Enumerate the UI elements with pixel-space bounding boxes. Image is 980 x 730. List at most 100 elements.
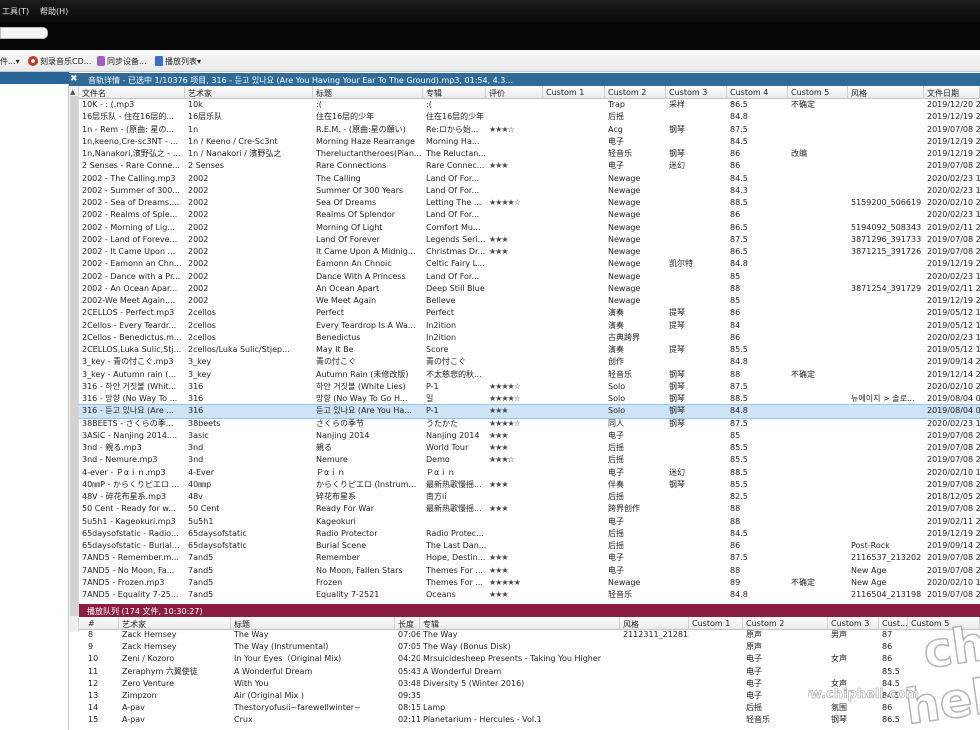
table-row[interactable]: 2002 - An Ocean Apar... 2002 An Ocean Apar… [79, 283, 980, 295]
cell-title: An Ocean Apart [316, 283, 380, 293]
column-header-genre[interactable]: 风格 [848, 86, 924, 99]
table-row[interactable]: 50 Cent - Ready for w... 50 Cent Ready For… [79, 503, 980, 515]
table-row[interactable]: 3_key - 青の忖こぐ.mp3 3_key 青の忖こぐ 青の忖こぐ 创作 84.8 20… [79, 356, 980, 368]
table-row[interactable]: 7AND5 - Remember.m... 7and5 Remember Hope, … [79, 552, 980, 564]
playlist-button[interactable]: 播放列表▾ [155, 56, 201, 67]
table-row[interactable]: 7AND5 - Equality 7-25... 7and5 Equality 7-… [79, 589, 980, 601]
cell-c5 [788, 418, 848, 430]
queue-row[interactable]: 12 Zero Venture With You 03:48 Diversity 5 (… [79, 678, 980, 690]
table-row[interactable]: 2Cellos - Benedictus.m... 2cellos Benedict… [79, 332, 980, 344]
queue-column-header-c3[interactable]: Custom 3 [828, 617, 879, 630]
cell-artist: 316 [188, 394, 204, 403]
table-row[interactable]: 2002 - The Calling.mp3 2002 The Calling Lan… [79, 173, 980, 185]
scrollbar[interactable] [69, 86, 79, 632]
table-row[interactable]: 5u5h1 - Kageokuri.mp3 5u5h1 Kageokuri 电子 88 2… [79, 516, 980, 528]
search-input[interactable] [0, 27, 48, 39]
column-header-c1[interactable]: Custom 1 [543, 86, 605, 99]
table-row[interactable]: 7AND5 - No Moon, Fa... 7and5 No Moon, Fall… [79, 565, 980, 577]
cell-title: Benedictus [316, 332, 361, 342]
table-row[interactable]: 2002 - Dance with a Pr... 2002 Dance With … [79, 271, 980, 283]
table-row[interactable]: 3ASiC - Nanjing 2014.... 3asic Nanjing 201… [79, 430, 980, 442]
table-row[interactable]: 40㎜P - からくりピエロ ... 40㎜p からくりピエロ (Instrum..… [79, 479, 980, 491]
cell-rating [486, 99, 543, 111]
cell-c2: Trap [608, 100, 625, 109]
queue-row[interactable]: 8 Zack Hemsey The Way 07:06 The Way 2112311_2… [79, 630, 980, 641]
cell-date: 2019/12/19 2 [927, 149, 980, 158]
cell-title: Autumn Rain (未修改版) [316, 369, 409, 379]
table-row[interactable]: 65daysofstatic - Burial... 65daysofstatic… [79, 540, 980, 552]
table-row[interactable]: 16层乐队 - 住在16层的... 16层乐队 住在16层的少年 住在16层的少年 后摇… [79, 111, 980, 123]
table-row[interactable]: 2CELLOS,Luka Sulic,Stj... 2cellos/Luka Su… [79, 344, 980, 356]
table-row[interactable]: 3nd - Nemure.mp3 3nd Nemure Demo ★★★☆ 后摇 85.5 2… [79, 454, 980, 466]
queue-row[interactable]: 13 Zimpzon Air (Original Mix ) 09:35 电子 84.5 [79, 690, 980, 702]
menu-help[interactable]: 帮助(H) [40, 6, 68, 17]
queue-column-header-artist[interactable]: 艺术家 [119, 617, 231, 630]
table-row[interactable]: 316 - 하얀 거짓볼 (Whit... 316 하얀 거짓볼 (White Li… [79, 381, 980, 393]
table-row[interactable]: 65daysofstatic - Radio... 65daysofstatic R… [79, 528, 980, 540]
cell-genre [848, 307, 924, 319]
queue-column-header-c4[interactable]: Cust... [879, 617, 908, 630]
queue-row[interactable]: 10 Zeni / Kozoro In Your Eyes（Original Mix… [79, 653, 980, 665]
column-header-c4[interactable]: Custom 4 [727, 86, 788, 99]
sync-device-button[interactable]: 同步设备... [97, 56, 147, 67]
table-row[interactable]: 1n,keeno,Cre-sc3NT - ... 1n / Keeno / Cre… [79, 136, 980, 148]
table-row[interactable]: 2002 - Summer of 300... 2002 Summer Of 300… [79, 185, 980, 197]
close-icon[interactable]: ✖ [70, 74, 79, 84]
queue-column-header-c5[interactable]: Custom 5 [908, 617, 980, 630]
table-row[interactable]: 2 Senses - Rare Conne... 2 Senses Rare Con… [79, 160, 980, 172]
table-row[interactable]: 1n - Rem - (原曲: 星の... 1n R.E.M. - (原曲:星の願い… [79, 124, 980, 136]
cell-c1 [543, 565, 605, 577]
toolbar-item-file[interactable]: 件...▾ [0, 56, 20, 67]
burn-cd-button[interactable]: 刻录音乐CD... [28, 56, 91, 67]
column-header-file[interactable]: 文件名 [79, 86, 185, 99]
table-row[interactable]: 2002 - Morning of Lig... 2002 Morning Of L… [79, 222, 980, 234]
queue-row[interactable]: 11 Zeraphym 六翼使徒 A Wonderful Dream 05:43 A W… [79, 666, 980, 678]
queue-column-header-album[interactable]: 专辑 [420, 617, 620, 630]
cell-date: 2019/12/19 2 [927, 136, 980, 146]
queue-column-header-c2[interactable]: Custom 2 [743, 617, 828, 630]
queue-row[interactable]: 9 Zack Hemsey The Way (Instrumental) 07:05 T… [79, 641, 980, 653]
table-row[interactable]: 38BEETS - さくらの季... 38beets さくらの季节 うたかた ★★★★☆… [79, 418, 980, 430]
table-row[interactable]: 3nd - 親る.mp3 3nd 親る World Tour ★★★ 后摇 85.5 2019… [79, 442, 980, 454]
queue-cell-len: 02:11 [398, 715, 420, 725]
column-header-date[interactable]: 文件日期 [924, 86, 980, 99]
table-row[interactable]: 4-ever - Ｐαｉｎ.mp3 4-Ever Ｐαｉｎ Ｐαｉｎ 电子 迷幻 88.5 2… [79, 467, 980, 479]
table-row[interactable]: 3_key - Autumn rain (... 3_key Autumn Rain… [79, 369, 980, 381]
table-row[interactable]: 2002-We Meet Again.... 2002 We Meet Again B… [79, 295, 980, 307]
queue-column-header-len[interactable]: 长度 [395, 617, 420, 630]
column-header-album[interactable]: 专辑 [423, 86, 486, 99]
column-header-artist[interactable]: 艺术家 [185, 86, 313, 99]
queue-column-header-c1[interactable]: Custom 1 [689, 617, 743, 630]
cell-genre [848, 148, 924, 160]
table-row[interactable]: 48V - 碎花布星系.mp3 48v 碎花布星系 南方ii 后摇 82.5 2018/12… [79, 491, 980, 503]
column-header-c5[interactable]: Custom 5 [788, 86, 848, 99]
table-row[interactable]: 10K - : (.mp3 10k:(:(Trap 采样 86.5 不确定 2019/12… [79, 99, 980, 111]
queue-row[interactable]: 15 A-pav Crux 02:11 Planetarium - Hercules -… [79, 714, 980, 726]
column-header-c3[interactable]: Custom 3 [666, 86, 727, 99]
table-row[interactable]: 2Cellos - Every Teardr... 2cellos Every Te… [79, 320, 980, 332]
queue-column-header-title[interactable]: 标题 [231, 617, 395, 630]
table-row[interactable]: 2002 - It Came Upon ... 2002 It Came Upon … [79, 246, 980, 258]
scrollbar-thumb[interactable] [70, 96, 78, 616]
table-row[interactable]: 2002 - Land of Foreve... 2002 Land Of Fore… [79, 234, 980, 246]
table-row[interactable]: 7AND5 - Frozen.mp3 7and5 Frozen Themes For … [79, 577, 980, 589]
table-row[interactable]: 2002 - Sea of Dreams.... 2002 Sea Of Dream… [79, 197, 980, 209]
cell-file: 2002 - Sea of Dreams.... [82, 198, 180, 207]
column-header-c2[interactable]: Custom 2 [605, 86, 666, 99]
queue-column-header-genre[interactable]: 风格 [620, 617, 689, 630]
table-row[interactable]: 2CELLOS - Perfect.mp3 2cellos Perfect Perfe… [79, 307, 980, 319]
column-header-rating[interactable]: 评价 [486, 86, 543, 99]
table-row[interactable]: 316 - 망향 (No Way To ... 316 망향 (No Way To … [79, 393, 980, 405]
table-row[interactable]: 1n,Nanakori,濱野弘之 - ... 1n / Nanakori / 濱野… [79, 148, 980, 160]
queue-column-header-n[interactable]: # [85, 617, 119, 630]
column-header-title[interactable]: 标题 [313, 86, 423, 99]
queue-row[interactable]: 14 A-pav Thestoryofusii~farewellwinter~ 08:… [79, 702, 980, 714]
menu-tools[interactable]: 工具(T) [2, 6, 29, 17]
table-row[interactable]: 316 - 듣고 있나요 (Are ... 316 듣고 있나요 (Are You … [79, 404, 980, 419]
cell-c1 [543, 258, 605, 270]
table-row[interactable]: 2002 - Realms of Sple... 2002 Realms Of Sp… [79, 209, 980, 221]
tree-pane[interactable] [0, 72, 69, 730]
cell-artist: 48v [188, 492, 203, 501]
table-row[interactable]: 2002 - Eamonn an Chn... 2002 Éamonn An Chn… [79, 258, 980, 270]
cell-c3 [666, 197, 727, 209]
